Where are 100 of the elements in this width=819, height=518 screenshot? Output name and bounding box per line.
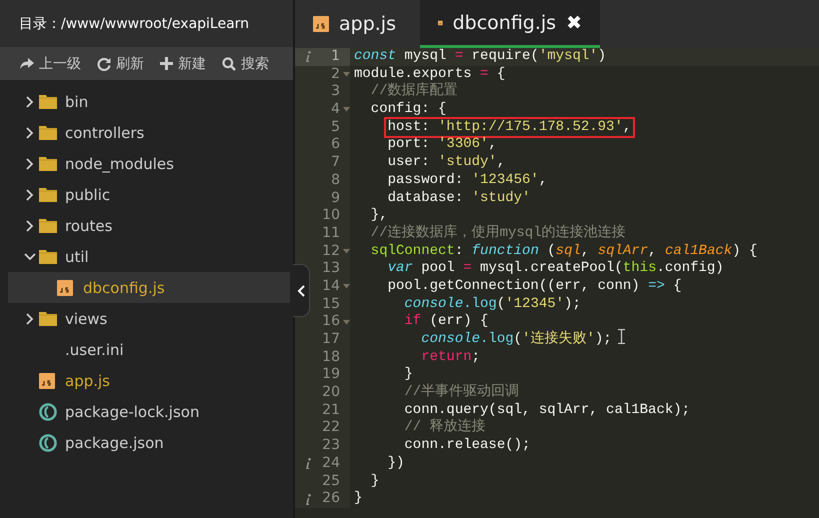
- folder-icon: [39, 125, 57, 140]
- code-line: pool.getConnection((err, conn) => {: [386, 278, 682, 296]
- new-button[interactable]: 新建: [160, 50, 206, 76]
- js-file-icon: [39, 372, 55, 388]
- line-number: 1: [330, 48, 340, 66]
- line-number: 20: [321, 384, 340, 402]
- chevron-right-icon: [26, 158, 34, 170]
- fold-arrow-icon[interactable]: [343, 107, 350, 112]
- line-number: 11: [321, 224, 340, 243]
- code-line: database: 'study': [386, 190, 530, 208]
- file-tree-item[interactable]: .user.ini: [8, 334, 290, 365]
- folder-icon: [39, 249, 57, 264]
- file-tree-item[interactable]: views: [8, 303, 290, 334]
- up-button[interactable]: 上一级: [20, 50, 81, 76]
- code-line: console.log('12345');: [403, 296, 581, 314]
- file-tree-item[interactable]: util: [8, 241, 290, 272]
- share-arrow-icon: [20, 58, 34, 70]
- line-number: 10: [321, 207, 340, 225]
- file-tree-item[interactable]: app.js: [8, 365, 290, 396]
- collapse-sidebar-button[interactable]: [293, 264, 310, 317]
- directory-path: 目录：/www/wwwroot/exapiLearn: [0, 0, 293, 47]
- code-line: }: [403, 366, 413, 384]
- code-line: const mysql = require('mysql'): [354, 48, 606, 66]
- line-number: 21: [321, 402, 340, 420]
- code-line: config: {: [370, 101, 446, 119]
- refresh-button[interactable]: 刷新: [97, 50, 144, 76]
- folder-icon: [39, 156, 57, 171]
- search-icon: [222, 56, 236, 70]
- code-line: //连接数据库，使用mysql的连接池连接: [370, 224, 626, 243]
- json-file-icon: [39, 402, 57, 420]
- file-tree-item[interactable]: controllers: [8, 117, 290, 148]
- code-line: sqlConnect: function (sql, sqlArr, cal1Back) {: [370, 242, 758, 260]
- refresh-icon: [97, 56, 111, 70]
- json-file-icon: [39, 434, 57, 452]
- code-line: return;: [420, 348, 480, 366]
- line-number: 23: [321, 437, 340, 455]
- file-tree-item[interactable]: bin: [8, 86, 290, 117]
- chevron-right-icon: [26, 220, 34, 232]
- code-line: host: 'http://175.178.52.93',: [388, 118, 632, 135]
- fold-arrow-icon[interactable]: [343, 320, 350, 325]
- code-line: //数据库配置: [370, 83, 458, 102]
- line-number: 9: [330, 190, 340, 208]
- code-line: }: [354, 490, 362, 508]
- folder-icon: [39, 218, 57, 233]
- chevron-right-icon: [26, 188, 34, 200]
- code-line: },: [370, 207, 388, 224]
- folder-icon: [39, 311, 57, 326]
- code-line: password: '123456',: [386, 172, 548, 190]
- code-line: port: '3306',: [386, 136, 497, 154]
- file-tree-item[interactable]: dbconfig.js: [8, 272, 290, 303]
- search-button[interactable]: 搜索: [222, 50, 269, 76]
- code-line: // 释放连接: [403, 419, 486, 438]
- js-file-icon: [57, 280, 73, 296]
- line-number: 13: [321, 260, 340, 278]
- code-line: var pool = mysql.createPool(this.config): [386, 260, 724, 278]
- code-line: conn.query(sql, sqlArr, cal1Back);: [403, 402, 690, 418]
- plus-icon: [160, 57, 173, 70]
- line-number: 22: [321, 419, 340, 438]
- line-number: 16: [321, 313, 340, 332]
- line-number: 3: [330, 83, 340, 102]
- folder-icon: [39, 94, 57, 109]
- line-number: 6: [330, 136, 340, 154]
- line-number: 4: [330, 101, 340, 119]
- fold-arrow-icon[interactable]: [343, 284, 350, 290]
- chevron-down-icon: [24, 252, 36, 260]
- line-number: 14: [321, 278, 340, 296]
- line-number: 7: [330, 154, 340, 172]
- code-line: conn.release();: [403, 437, 530, 455]
- line-number: 25: [321, 472, 340, 490]
- line-number: 17: [321, 331, 340, 349]
- line-number: 19: [321, 366, 340, 384]
- file-tree-item[interactable]: public: [8, 179, 290, 210]
- code-line: if (err) {: [403, 313, 488, 332]
- line-number: 2: [330, 66, 340, 84]
- file-tab[interactable]: dbconfig.js ✖: [420, 0, 600, 48]
- line-number: 15: [321, 296, 340, 314]
- code-line: user: 'study',: [386, 154, 506, 172]
- chevron-left-icon: [297, 284, 305, 296]
- code-line: console.log('连接失败');: [420, 331, 612, 349]
- chevron-right-icon: [26, 312, 34, 324]
- code-line: //半事件驱动回调: [403, 384, 520, 402]
- close-icon[interactable]: ✖: [566, 12, 582, 34]
- fold-arrow-icon[interactable]: [343, 72, 350, 78]
- code-line: module.exports = {: [354, 66, 506, 82]
- line-number: 12: [321, 242, 340, 260]
- file-tree-item[interactable]: package.json: [8, 427, 290, 458]
- line-number: 8: [330, 172, 340, 190]
- code-line: }: [370, 472, 380, 490]
- line-number: 24: [321, 454, 340, 473]
- file-tree-item[interactable]: node_modules: [8, 148, 290, 179]
- fold-arrow-icon[interactable]: [343, 248, 350, 254]
- code-line: }): [386, 454, 404, 473]
- line-number: 5: [330, 118, 340, 136]
- line-number: 18: [321, 348, 340, 366]
- js-file-icon: [313, 16, 329, 32]
- file-tab[interactable]: app.js: [295, 0, 420, 48]
- line-number: 26: [321, 490, 340, 508]
- file-tree-item[interactable]: package-lock.json: [8, 396, 290, 427]
- chevron-right-icon: [26, 96, 34, 108]
- file-tree-item[interactable]: routes: [8, 210, 290, 241]
